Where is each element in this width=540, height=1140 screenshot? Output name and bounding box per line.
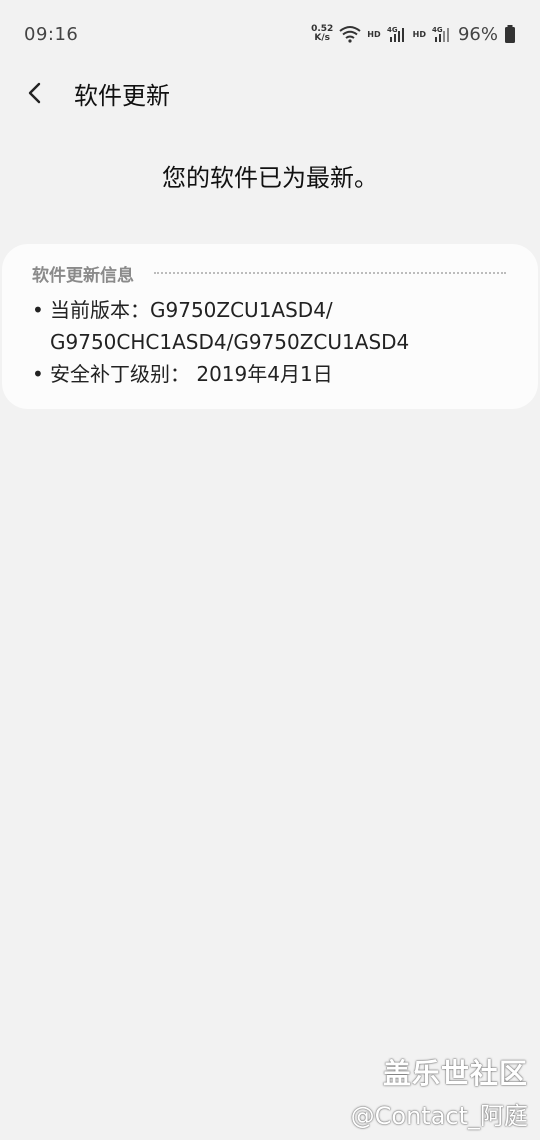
battery-icon (504, 25, 516, 43)
bullet: • (32, 298, 44, 322)
chevron-left-icon (28, 82, 41, 104)
signal-4g-icon-2: 4G (432, 25, 452, 43)
battery-percent: 96% (457, 23, 498, 45)
current-version-item: • 当前版本：G9750ZCU1ASD4/ G9750CHC1ASD4/G975… (32, 294, 508, 358)
current-version-line-1: 当前版本：G9750ZCU1ASD4/ (50, 298, 333, 322)
network-speed: 0.52 K/s (311, 25, 333, 43)
watermark-user: @Contact_阿庭 (350, 1102, 528, 1130)
card-title: 软件更新信息 (32, 265, 134, 286)
clock: 09:16 (24, 23, 79, 45)
network-speed-unit: K/s (314, 33, 330, 43)
security-patch-line: 安全补丁级别： 2019年4月1日 (50, 362, 333, 386)
svg-text:4G: 4G (432, 26, 443, 34)
wifi-icon (339, 25, 361, 43)
update-status-message: 您的软件已为最新。 (162, 164, 378, 192)
info-list: • 当前版本：G9750ZCU1ASD4/ G9750CHC1ASD4/G975… (32, 294, 508, 390)
bullet: • (32, 362, 44, 386)
security-patch-text: 安全补丁级别： 2019年4月1日 (50, 358, 508, 390)
watermark-title: 盖乐世社区 (382, 1057, 528, 1090)
dotted-divider (154, 272, 506, 274)
current-version-line-2: G9750CHC1ASD4/G9750ZCU1ASD4 (50, 330, 410, 354)
svg-text:4G: 4G (387, 26, 398, 34)
app-header: 软件更新 (0, 68, 540, 118)
hd-voice-badge-2: HD (412, 29, 426, 39)
current-version-text: 当前版本：G9750ZCU1ASD4/ G9750CHC1ASD4/G9750Z… (50, 294, 508, 358)
page-title: 软件更新 (74, 81, 170, 110)
back-button[interactable] (0, 68, 70, 118)
card-header: 软件更新信息 (32, 262, 508, 286)
hd-voice-badge: HD (367, 29, 381, 39)
software-info-card: 软件更新信息 • 当前版本：G9750ZCU1ASD4/ G9750CHC1AS… (2, 244, 538, 409)
status-bar: 09:16 0.52 K/s HD 4G HD 4G 96% (0, 0, 540, 68)
status-icons: 0.52 K/s HD 4G HD 4G 96% (311, 24, 516, 45)
watermark: 盖乐世社区 @Contact_阿庭 (351, 1052, 528, 1131)
signal-4g-icon: 4G (387, 25, 407, 43)
security-patch-item: • 安全补丁级别： 2019年4月1日 (32, 358, 508, 390)
